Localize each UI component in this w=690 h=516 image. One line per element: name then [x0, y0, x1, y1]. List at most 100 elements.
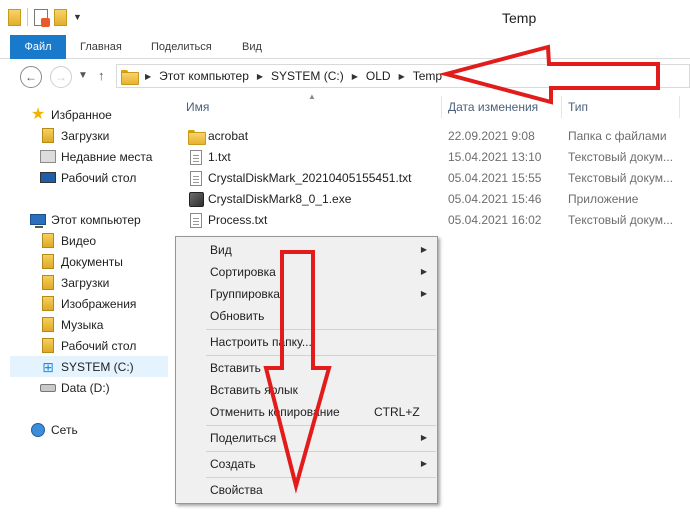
menu-label: Свойства — [210, 483, 263, 497]
text-file-icon — [190, 170, 202, 186]
menu-label: Настроить папку... — [210, 335, 312, 349]
documents-folder-icon — [42, 254, 54, 269]
window-title: Temp — [502, 10, 537, 26]
forward-arrow-icon: → — [55, 70, 67, 84]
menu-item-undo-copy[interactable]: Отменить копирование CTRL+Z — [178, 402, 435, 423]
column-header-date[interactable]: Дата изменения — [442, 96, 562, 118]
nav-label: Избранное — [51, 107, 112, 122]
chevron-right-icon[interactable]: ▶ — [257, 72, 263, 81]
nav-label: Загрузки — [61, 275, 110, 290]
new-folder-icon[interactable] — [54, 8, 67, 26]
tab-share[interactable]: Поделиться — [151, 35, 212, 59]
desktop-icon — [40, 172, 56, 183]
menu-item-paste-shortcut[interactable]: Вставить ярлык — [178, 380, 435, 401]
file-type: Текстовый докум... — [568, 213, 673, 227]
chevron-right-icon[interactable]: ▶ — [145, 72, 151, 81]
file-row[interactable]: CrystalDiskMark8_0_1.exe 05.04.2021 15:4… — [170, 189, 690, 210]
tab-file[interactable]: Файл — [10, 35, 66, 59]
menu-label: Сортировка — [210, 265, 276, 279]
quick-access-toolbar: ▼ — [8, 8, 82, 27]
context-menu: Вид ▶ Сортировка ▶ Группировка ▶ Обновит… — [175, 236, 438, 504]
menu-label: Поделиться — [210, 431, 277, 445]
breadcrumb: ▶ Этот компьютер ▶ SYSTEM (C:) ▶ OLD ▶ T… — [121, 65, 442, 87]
recent-locations-icon[interactable]: ▼ — [78, 70, 88, 81]
file-type: Приложение — [568, 192, 639, 206]
menu-item-refresh[interactable]: Обновить — [178, 306, 435, 327]
address-bar[interactable]: ▶ Этот компьютер ▶ SYSTEM (C:) ▶ OLD ▶ T… — [116, 64, 690, 88]
menu-separator — [206, 477, 436, 478]
nav-this-pc[interactable]: Этот компьютер — [30, 209, 188, 230]
nav-label: Этот компьютер — [51, 212, 141, 227]
music-folder-icon — [42, 317, 54, 332]
file-date: 05.04.2021 15:55 — [448, 171, 542, 185]
up-arrow-icon[interactable]: ↑ — [98, 68, 105, 83]
navigation-pane: ★ Избранное Загрузки Недавние места Рабо… — [10, 96, 168, 516]
nav-system-drive[interactable]: ⊞ SYSTEM (C:) — [10, 356, 168, 377]
nav-favorites[interactable]: ★ Избранное — [30, 104, 188, 125]
nav-label: Недавние места — [61, 149, 153, 164]
folder-icon — [121, 69, 139, 85]
nav-label: Изображения — [61, 296, 137, 311]
tab-view[interactable]: Вид — [242, 35, 262, 59]
menu-label: Вставить — [210, 361, 261, 375]
file-name: 1.txt — [208, 150, 231, 164]
menu-item-new[interactable]: Создать ▶ — [178, 454, 435, 475]
downloads-folder-icon — [42, 128, 54, 143]
nav-label: Рабочий стол — [61, 170, 137, 185]
menu-item-properties[interactable]: Свойства — [178, 480, 435, 501]
text-file-icon — [190, 212, 202, 228]
breadcrumb-system-c[interactable]: SYSTEM (C:) — [271, 69, 344, 83]
file-date: 22.09.2021 9:08 — [448, 129, 535, 143]
chevron-right-icon[interactable]: ▶ — [352, 72, 358, 81]
breadcrumb-temp[interactable]: Temp — [413, 69, 442, 83]
folder-icon[interactable] — [8, 8, 21, 26]
file-name: CrystalDiskMark8_0_1.exe — [208, 192, 352, 206]
navigation-row: ← → ▼ ↑ ▶ Этот компьютер ▶ SYSTEM (C:) ▶… — [0, 60, 690, 92]
chevron-right-icon[interactable]: ▶ — [399, 72, 405, 81]
file-date: 05.04.2021 16:02 — [448, 213, 542, 227]
toolbar-separator — [27, 8, 28, 26]
menu-item-view[interactable]: Вид ▶ — [178, 240, 435, 261]
column-header-type[interactable]: Тип — [562, 96, 680, 118]
menu-item-sort[interactable]: Сортировка ▶ — [178, 262, 435, 283]
back-button[interactable]: ← — [20, 66, 42, 88]
downloads-folder-icon — [42, 275, 54, 290]
forward-button[interactable]: → — [50, 66, 72, 88]
nav-network[interactable]: Сеть — [30, 419, 188, 440]
menu-label: Вставить ярлык — [210, 383, 298, 397]
properties-icon[interactable] — [34, 8, 50, 27]
menu-separator — [206, 425, 436, 426]
file-row[interactable]: acrobat 22.09.2021 9:08 Папка с файлами — [170, 126, 690, 147]
nav-label: Рабочий стол — [61, 338, 137, 353]
file-name: CrystalDiskMark_20210405155451.txt — [208, 171, 412, 185]
file-date: 15.04.2021 13:10 — [448, 150, 542, 164]
column-header-name[interactable]: Имя — [180, 96, 442, 118]
nav-label: SYSTEM (C:) — [61, 359, 134, 374]
menu-item-group[interactable]: Группировка ▶ — [178, 284, 435, 305]
nav-label: Сеть — [51, 422, 78, 437]
ribbon-tabs: Файл Главная Поделиться Вид — [0, 35, 690, 59]
submenu-arrow-icon: ▶ — [420, 459, 427, 468]
submenu-arrow-icon: ▶ — [420, 433, 427, 442]
back-arrow-icon: ← — [25, 70, 37, 84]
tab-home[interactable]: Главная — [80, 35, 122, 59]
breadcrumb-old[interactable]: OLD — [366, 69, 391, 83]
nav-label: Видео — [61, 233, 97, 248]
windows-drive-icon: ⊞ — [42, 358, 54, 375]
computer-icon — [30, 214, 46, 228]
customize-toolbar-icon[interactable]: ▼ — [73, 12, 82, 22]
menu-item-share[interactable]: Поделиться ▶ — [178, 428, 435, 449]
file-row[interactable]: CrystalDiskMark_20210405155451.txt 05.04… — [170, 168, 690, 189]
file-date: 05.04.2021 15:46 — [448, 192, 542, 206]
menu-item-customize-folder[interactable]: Настроить папку... — [178, 332, 435, 353]
column-headers: ▲ Имя Дата изменения Тип — [170, 92, 690, 118]
breadcrumb-computer[interactable]: Этот компьютер — [159, 69, 249, 83]
file-row[interactable]: Process.txt 05.04.2021 16:02 Текстовый д… — [170, 210, 690, 231]
star-icon: ★ — [30, 105, 46, 123]
menu-shortcut: CTRL+Z — [374, 405, 420, 419]
submenu-arrow-icon: ▶ — [420, 267, 427, 276]
file-row[interactable]: 1.txt 15.04.2021 13:10 Текстовый докум..… — [170, 147, 690, 168]
menu-separator — [206, 451, 436, 452]
menu-item-paste[interactable]: Вставить — [178, 358, 435, 379]
nav-label: Музыка — [61, 317, 104, 332]
